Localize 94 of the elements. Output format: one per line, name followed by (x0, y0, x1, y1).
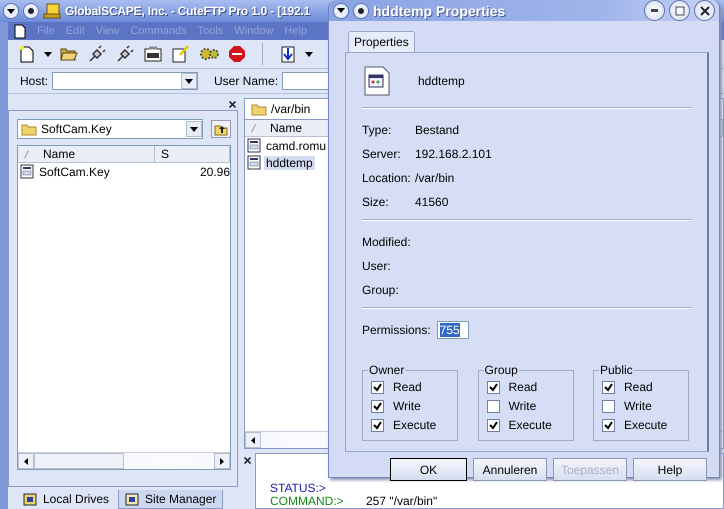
permission-checkbox[interactable]: Execute (602, 417, 688, 433)
log-prefix: COMMAND:> (270, 495, 345, 508)
folder-open-icon[interactable] (60, 47, 78, 61)
log-line: 257 "/var/bin" (366, 495, 438, 508)
property-label: Modified: (362, 235, 412, 249)
file-icon (247, 138, 261, 153)
gear-icon[interactable] (199, 46, 219, 62)
checkbox[interactable] (486, 400, 500, 412)
sort-icon (24, 150, 29, 158)
host-combo[interactable] (52, 72, 198, 90)
left-arrow-icon[interactable] (251, 436, 255, 444)
folder-path: SoftCam.Key (41, 122, 112, 136)
download-arrow-icon[interactable] (281, 46, 295, 62)
sort-icon (251, 124, 256, 132)
window-title: GlobalSCAPE, Inc. - CuteFTP Pro 1.0 - [192.1 (65, 4, 310, 18)
dialog-button[interactable]: Annuleren (473, 458, 547, 481)
file-name: hddtemp (418, 74, 465, 88)
permission-checkbox[interactable]: Execute (371, 417, 457, 433)
permission-checkbox[interactable]: Write (371, 398, 457, 414)
file-icon (247, 155, 261, 170)
folder-combo[interactable]: SoftCam.Key (17, 119, 203, 139)
property-value: 192.168.2.101 (415, 147, 493, 161)
permission-checkbox[interactable]: Write (602, 398, 688, 414)
properties-tab[interactable]: Properties (348, 31, 415, 52)
property-label: User: (362, 259, 392, 273)
column-header[interactable]: S (155, 146, 230, 162)
stop-icon[interactable] (229, 46, 245, 62)
checkbox[interactable] (486, 380, 500, 394)
file-icon (20, 164, 34, 179)
caret-icon (305, 52, 313, 56)
remote-path: /var/bin (271, 102, 310, 116)
permission-checkbox[interactable]: Read (602, 379, 688, 395)
checkbox[interactable] (371, 380, 384, 394)
close-button[interactable] (694, 0, 715, 21)
file-size: 20.96 (200, 164, 230, 178)
document-icon[interactable] (14, 24, 26, 38)
checkbox[interactable] (602, 400, 615, 412)
app-logo-icon (43, 3, 61, 19)
file-name[interactable]: hddtemp (264, 156, 315, 170)
log-prefix: STATUS:> (270, 482, 327, 495)
caret-icon (185, 78, 194, 84)
property-label: Location: (362, 171, 412, 185)
checkbox[interactable] (486, 418, 500, 432)
property-label: Type: (362, 123, 392, 137)
new-file-icon[interactable] (20, 46, 34, 62)
file-name[interactable]: camd.romu (264, 138, 328, 152)
minimize-icon (651, 9, 658, 12)
caret-icon (190, 126, 198, 132)
caret-icon (337, 8, 345, 13)
right-arrow-icon[interactable] (220, 458, 224, 464)
close-icon (700, 6, 710, 16)
property-label: Server: (362, 147, 402, 161)
checkbox[interactable] (371, 400, 384, 412)
property-label: Group: (362, 283, 400, 297)
dialog-title: hddtemp Properties (373, 2, 506, 18)
maximize-icon (674, 6, 684, 16)
close-icon[interactable] (244, 457, 251, 464)
plug-icon[interactable] (88, 45, 106, 63)
horizontal-scrollbar[interactable] (18, 452, 230, 469)
permission-checkbox[interactable]: Execute (486, 417, 572, 433)
property-label: Size: (362, 195, 390, 209)
dialog-button[interactable]: OK (390, 458, 467, 481)
caret-icon (7, 8, 15, 14)
property-value: /var/bin (415, 171, 456, 185)
file-name[interactable]: SoftCam.Key (37, 164, 112, 178)
host-label: Host: (20, 74, 48, 88)
folder-icon (251, 102, 267, 116)
close-icon[interactable] (229, 100, 236, 108)
edit-icon[interactable] (172, 45, 190, 63)
permission-checkbox[interactable]: Write (486, 398, 572, 414)
property-value: 41560 (415, 195, 450, 209)
pane-tab[interactable]: Site Manager (118, 490, 224, 509)
permissions-label: Permissions: (362, 323, 431, 337)
document-icon (364, 66, 390, 96)
column-header[interactable]: Name (18, 146, 155, 162)
maximize-button[interactable] (669, 0, 690, 21)
group-title: Group (484, 363, 519, 377)
folder-icon (21, 122, 37, 136)
minimize-button[interactable] (644, 0, 665, 21)
group-title: Public (599, 363, 634, 377)
permission-checkbox[interactable]: Read (486, 379, 572, 395)
left-arrow-icon[interactable] (24, 458, 28, 464)
group-title: Owner (368, 363, 406, 377)
caret-icon (44, 52, 52, 56)
checkbox[interactable] (371, 418, 384, 432)
checkbox[interactable] (602, 418, 615, 432)
plug-icon[interactable] (116, 45, 134, 63)
user-name-label: User Name: (214, 74, 278, 88)
folder-up-icon[interactable] (211, 120, 231, 138)
dialog-button[interactable]: Help (633, 458, 707, 481)
checkbox[interactable] (602, 380, 615, 394)
property-value: Bestand (415, 123, 460, 137)
permission-checkbox[interactable]: Read (371, 379, 457, 395)
permissions-field[interactable]: 755 (436, 321, 469, 339)
